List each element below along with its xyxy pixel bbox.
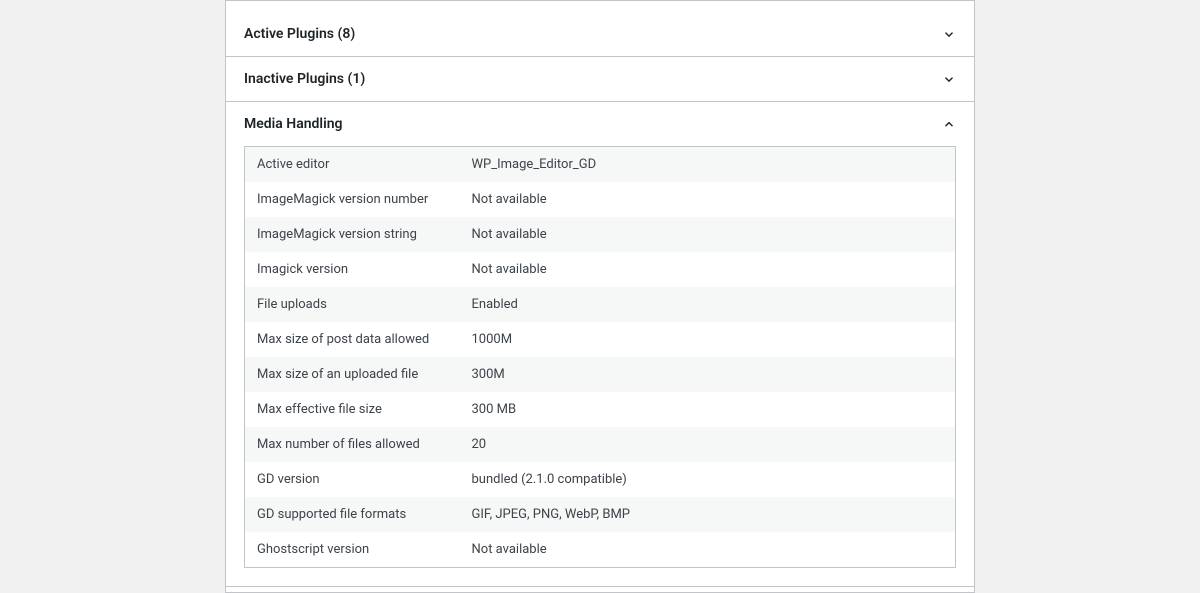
row-value: 300 MB xyxy=(460,392,956,427)
panel-media-handling: Media Handling Active editorWP_Image_Edi… xyxy=(225,102,975,587)
row-value: Not available xyxy=(460,182,956,217)
panel-bottom-spacer xyxy=(225,587,975,593)
row-value: GIF, JPEG, PNG, WebP, BMP xyxy=(460,497,956,532)
chevron-up-icon xyxy=(942,117,956,131)
site-health-panels: Active Plugins (8) Inactive Plugins (1) … xyxy=(225,0,975,593)
row-label: Max number of files allowed xyxy=(245,427,460,462)
panel-header-active-plugins[interactable]: Active Plugins (8) xyxy=(226,12,974,56)
row-value: bundled (2.1.0 compatible) xyxy=(460,462,956,497)
panel-title: Media Handling xyxy=(244,116,343,132)
row-label: ImageMagick version number xyxy=(245,182,460,217)
row-label: Max effective file size xyxy=(245,392,460,427)
panel-header-media-handling[interactable]: Media Handling xyxy=(226,102,974,146)
table-row: GD versionbundled (2.1.0 compatible) xyxy=(245,462,956,497)
chevron-down-icon xyxy=(942,27,956,41)
table-row: Max effective file size300 MB xyxy=(245,392,956,427)
row-label: Active editor xyxy=(245,147,460,183)
table-row: Max size of an uploaded file300M xyxy=(245,357,956,392)
panel-top-spacer xyxy=(225,0,975,12)
panel-inactive-plugins: Inactive Plugins (1) xyxy=(225,57,975,102)
row-value: Enabled xyxy=(460,287,956,322)
row-value: Not available xyxy=(460,532,956,568)
row-label: Ghostscript version xyxy=(245,532,460,568)
table-row: Active editorWP_Image_Editor_GD xyxy=(245,147,956,183)
row-label: ImageMagick version string xyxy=(245,217,460,252)
table-row: ImageMagick version numberNot available xyxy=(245,182,956,217)
row-value: 300M xyxy=(460,357,956,392)
table-row: Max size of post data allowed1000M xyxy=(245,322,956,357)
panel-title: Inactive Plugins (1) xyxy=(244,71,365,87)
chevron-down-icon xyxy=(942,72,956,86)
table-row: Ghostscript versionNot available xyxy=(245,532,956,568)
row-value: 1000M xyxy=(460,322,956,357)
row-value: 20 xyxy=(460,427,956,462)
table-row: Imagick versionNot available xyxy=(245,252,956,287)
row-label: Max size of post data allowed xyxy=(245,322,460,357)
row-label: File uploads xyxy=(245,287,460,322)
panel-title: Active Plugins (8) xyxy=(244,26,355,42)
panel-active-plugins: Active Plugins (8) xyxy=(225,12,975,57)
row-value: Not available xyxy=(460,217,956,252)
row-label: Max size of an uploaded file xyxy=(245,357,460,392)
table-row: ImageMagick version stringNot available xyxy=(245,217,956,252)
row-value: Not available xyxy=(460,252,956,287)
row-value: WP_Image_Editor_GD xyxy=(460,147,956,183)
table-row: Max number of files allowed20 xyxy=(245,427,956,462)
row-label: GD version xyxy=(245,462,460,497)
media-handling-table: Active editorWP_Image_Editor_GDImageMagi… xyxy=(244,146,956,568)
row-label: GD supported file formats xyxy=(245,497,460,532)
table-row: File uploadsEnabled xyxy=(245,287,956,322)
row-label: Imagick version xyxy=(245,252,460,287)
panel-header-inactive-plugins[interactable]: Inactive Plugins (1) xyxy=(226,57,974,101)
table-row: GD supported file formatsGIF, JPEG, PNG,… xyxy=(245,497,956,532)
panel-body-media-handling: Active editorWP_Image_Editor_GDImageMagi… xyxy=(226,146,974,586)
